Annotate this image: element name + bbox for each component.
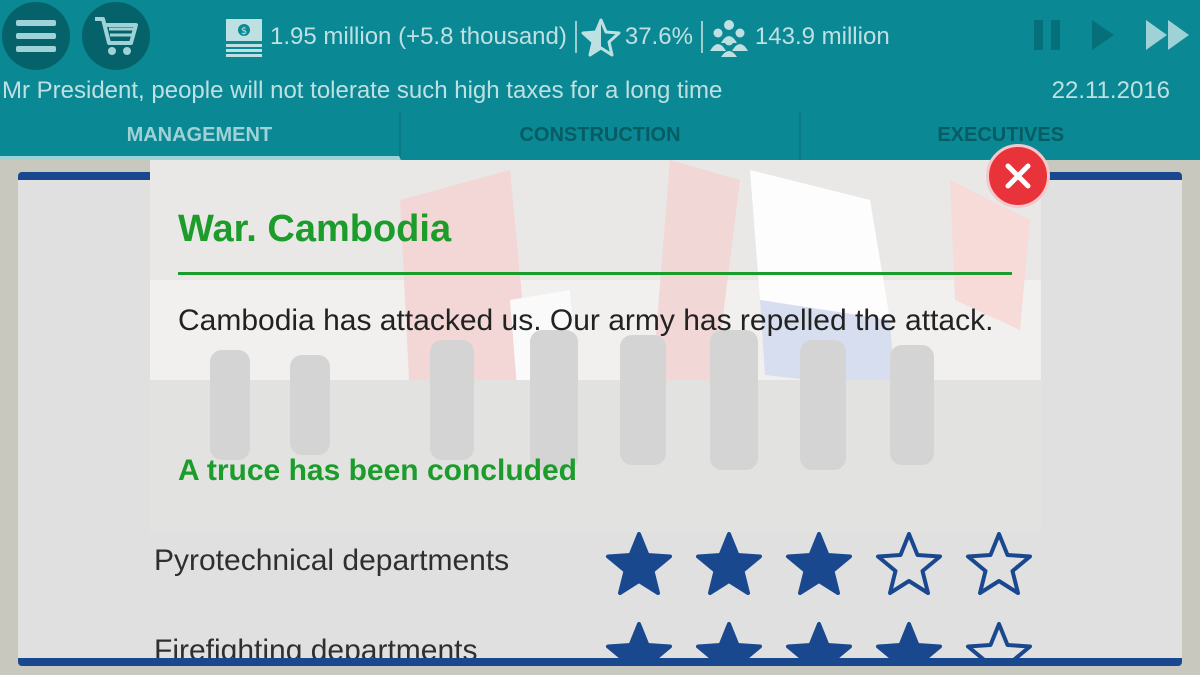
ticker-message: Mr President, people will not tolerate s…: [2, 77, 723, 104]
top-bar: $ 1.95 million (+5.8 thousand) 37.6% 143…: [0, 0, 1200, 160]
shopping-cart-icon: [95, 17, 138, 55]
title-divider: [178, 272, 1012, 275]
svg-text:$: $: [241, 26, 247, 37]
people-icon: [707, 17, 751, 57]
hamburger-menu-icon: [16, 20, 56, 52]
close-icon: [1005, 163, 1031, 189]
pause-icon: [1034, 20, 1060, 50]
game-date: 22.11.2016: [1051, 77, 1170, 104]
divider: [700, 21, 703, 53]
tab-management[interactable]: MANAGEMENT: [0, 112, 401, 160]
news-ticker: Mr President, people will not tolerate s…: [0, 74, 1200, 108]
budget-value: 1.95 million (+5.8 thousand): [270, 23, 567, 50]
stats-bar: $ 1.95 million (+5.8 thousand) 37.6% 143…: [222, 14, 890, 60]
pause-button[interactable]: [1032, 12, 1062, 58]
dialog-title: War. Cambodia: [178, 208, 452, 250]
money-icon: $: [222, 17, 266, 57]
play-button[interactable]: [1090, 12, 1116, 58]
close-button[interactable]: [986, 144, 1050, 208]
dialog-result: A truce has been concluded: [178, 454, 577, 487]
tab-construction[interactable]: CONSTRUCTION: [401, 112, 802, 160]
population-value: 143.9 million: [754, 23, 890, 50]
divider: [574, 21, 577, 53]
star-icon: [581, 17, 621, 57]
shop-button[interactable]: [82, 2, 150, 70]
play-icon: [1092, 20, 1114, 50]
dialog-message: Cambodia has attacked us. Our army has r…: [178, 304, 994, 337]
fast-forward-button[interactable]: [1144, 12, 1192, 58]
speed-controls: [1032, 12, 1192, 58]
fast-forward-icon: [1146, 20, 1189, 50]
menu-button[interactable]: [2, 2, 70, 70]
rating-value: 37.6%: [624, 23, 693, 50]
event-dialog: War. Cambodia Cambodia has attacked us. …: [150, 160, 1041, 532]
